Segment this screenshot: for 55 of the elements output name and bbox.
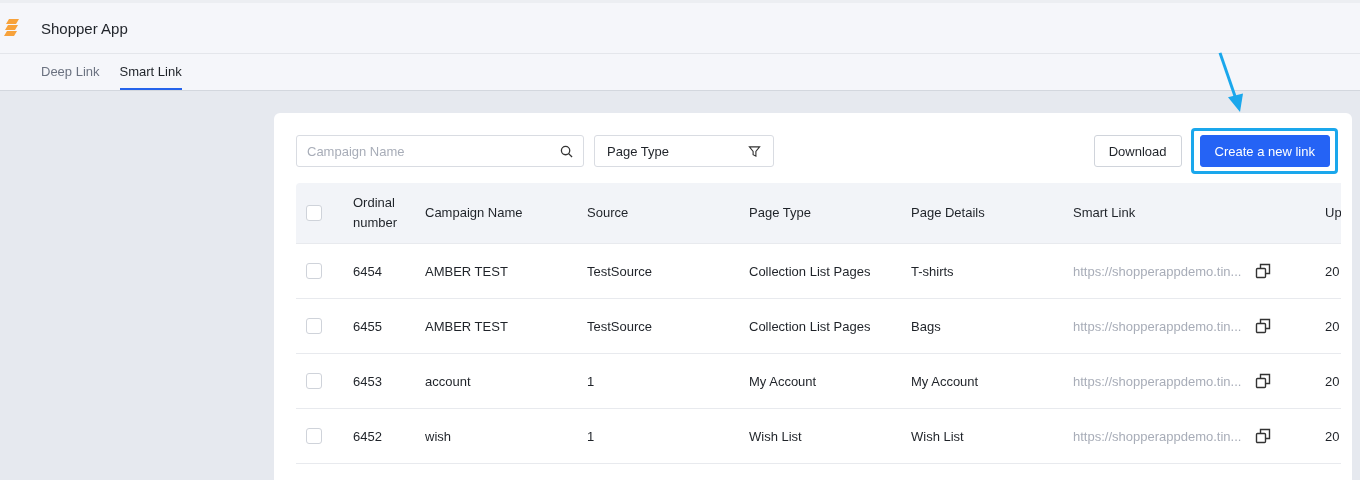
column-header: Page Details [911, 204, 986, 222]
table-cell-text: Wish List [911, 428, 965, 444]
table-cell: 20 [1325, 373, 1341, 389]
copy-icon[interactable] [1255, 428, 1272, 444]
table-cell-text: T-shirts [911, 263, 955, 279]
checkbox[interactable] [306, 318, 322, 334]
search-icon [560, 145, 573, 158]
table-cell-text: Collection List Pages [749, 318, 872, 334]
smart-link-url: https://shopperappdemo.tin... [1073, 318, 1242, 334]
create-link-button[interactable]: Create a new link [1199, 135, 1330, 167]
filter-icon [748, 144, 761, 158]
download-button[interactable]: Download [1093, 135, 1182, 167]
column-header: Campaign Name [425, 204, 524, 222]
smart-link-url: https://shopperappdemo.tin... [1073, 373, 1242, 389]
tab[interactable]: Smart Link [119, 54, 182, 90]
copy-icon[interactable] [1255, 263, 1272, 279]
table-cell: 20 [1325, 318, 1341, 334]
page-type-select[interactable]: Page Type [594, 135, 774, 167]
table-cell-text: AMBER TEST [425, 263, 509, 279]
smart-link-url: https://shopperappdemo.tin... [1073, 263, 1242, 279]
table-cell-text: account [425, 373, 472, 389]
arrow-annotation [1218, 51, 1244, 113]
column-header: Source [587, 204, 630, 222]
table-cell-text: 6455 [353, 318, 383, 334]
app-title: Shopper App [41, 19, 128, 37]
table-cell-text: 1 [587, 428, 596, 444]
column-header: Page Type [749, 204, 812, 222]
tab[interactable]: Deep Link [41, 54, 100, 90]
search-field[interactable]: Campaign Name [296, 135, 584, 167]
table-cell-text: 6454 [353, 263, 383, 279]
smart-link-url: https://shopperappdemo.tin... [1073, 428, 1242, 444]
column-header: Smart Link [1073, 204, 1137, 222]
checkbox[interactable] [306, 205, 322, 221]
checkbox[interactable] [306, 373, 322, 389]
copy-icon[interactable] [1255, 318, 1272, 334]
table-cell-text: TestSource [587, 263, 654, 279]
logo-icon [4, 18, 20, 38]
table-cell-text: 6453 [353, 373, 383, 389]
table-cell-text: Wish List [749, 428, 803, 444]
table-cell-text: TestSource [587, 318, 654, 334]
table-cell-text: Bags [911, 318, 942, 334]
column-header: Up [1325, 204, 1341, 222]
table-cell-text: 1 [587, 373, 596, 389]
checkbox[interactable] [306, 263, 322, 279]
table-cell-text: AMBER TEST [425, 318, 509, 334]
copy-icon[interactable] [1255, 373, 1272, 389]
column-header: Ordinal number [353, 194, 399, 232]
table-cell: 20 [1325, 428, 1341, 444]
table-cell-text: wish [425, 428, 452, 444]
table-cell-text: My Account [749, 373, 818, 389]
table-cell: 20 [1325, 263, 1341, 279]
checkbox[interactable] [306, 428, 322, 444]
table-cell-text: 6452 [353, 428, 383, 444]
table-cell-text: My Account [911, 373, 980, 389]
table-cell-text: Collection List Pages [749, 263, 872, 279]
